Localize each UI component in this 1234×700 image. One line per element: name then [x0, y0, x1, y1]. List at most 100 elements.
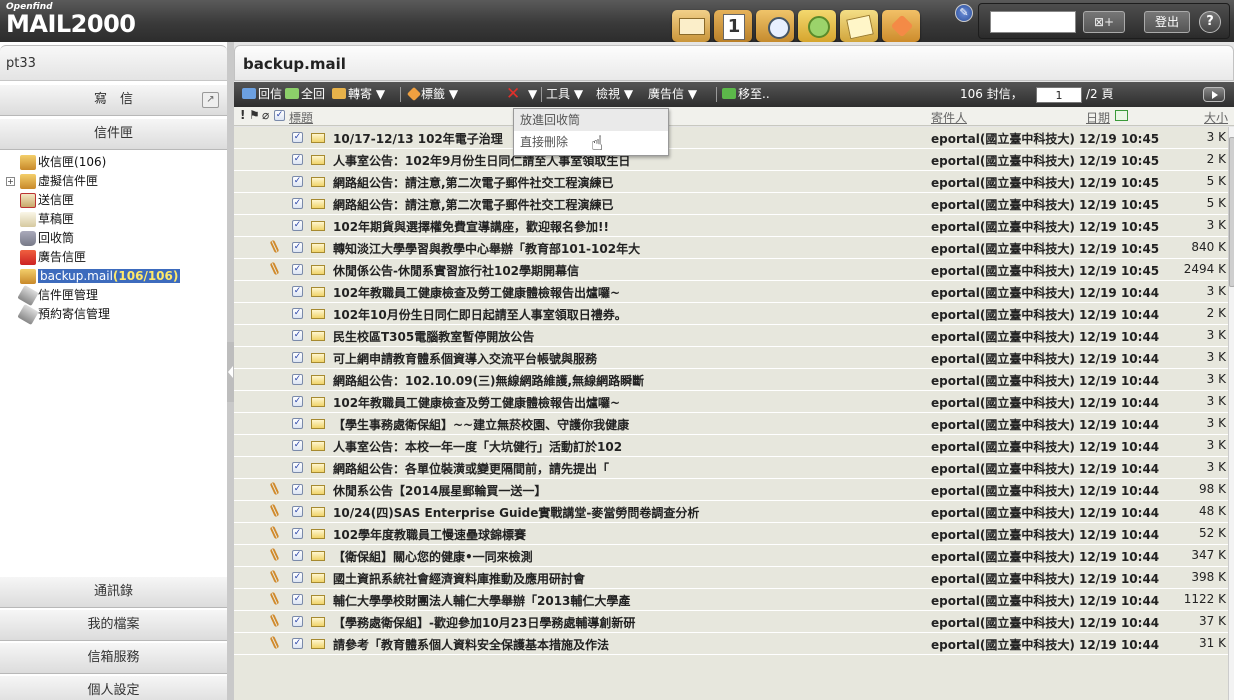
folder-manage[interactable]: 信件匣管理 [0, 285, 227, 306]
search-mail-button[interactable]: ⊠+ [1083, 11, 1125, 33]
row-checkbox[interactable]: ✓ [292, 352, 303, 363]
message-subject[interactable]: 人事室公告：本校一年一度「大坑健行」活動訂於102 [333, 438, 923, 455]
table-row[interactable]: ✓ 休閒系公告【2014展星郵輪買一送一】 eportal(國立臺中科技大) 12/… [234, 479, 1228, 501]
ad-menu[interactable]: 廣告信 ▼ [648, 82, 697, 107]
sender-header[interactable]: 寄件人 [931, 109, 967, 126]
row-checkbox[interactable]: ✓ [292, 154, 303, 165]
message-subject[interactable]: 休閒係公告-休閒系實習旅行社102學期開幕信 [333, 262, 923, 279]
table-row[interactable]: ✓ 網路組公告：請注意,第二次電子郵件社交工程演練已 eportal(國立臺中科技大… [234, 193, 1228, 215]
message-subject[interactable]: 【學生事務處衛保組】~~建立無菸校園、守護你我健康 [333, 416, 923, 433]
reply-all-button[interactable]: 全回 [285, 82, 325, 107]
forward-button[interactable]: 轉寄 ▼ [332, 82, 385, 107]
row-checkbox[interactable]: ✓ [292, 132, 303, 143]
move-to-button[interactable]: 移至.. [722, 82, 770, 107]
row-checkbox[interactable]: ✓ [292, 242, 303, 253]
select-all-checkbox[interactable]: ✓ [274, 110, 285, 121]
table-row[interactable]: ✓ 人事室公告：本校一年一度「大坑健行」活動訂於102 eportal(國立臺中科技… [234, 435, 1228, 457]
popout-icon[interactable]: ↗ [202, 92, 219, 108]
table-row[interactable]: ✓ 【學生事務處衛保組】~~建立無菸校園、守護你我健康 eportal(國立臺中科技… [234, 413, 1228, 435]
personal-settings-button[interactable]: 個人設定 [0, 675, 227, 700]
row-checkbox[interactable]: ✓ [292, 638, 303, 649]
table-row[interactable]: ✓ 102年教職員工健康檢查及勞工健康體檢報告出爐囉~ eportal(國立臺中科技… [234, 281, 1228, 303]
folder-virtual[interactable]: + 虛擬信件匣 [0, 172, 227, 191]
folder-sent[interactable]: 送信匣 [0, 191, 227, 210]
table-row[interactable]: ✓ 網路組公告：請注意,第二次電子郵件社交工程演練已 eportal(國立臺中科技大… [234, 171, 1228, 193]
row-checkbox[interactable]: ✓ [292, 396, 303, 407]
message-subject[interactable]: 102年教職員工健康檢查及勞工健康體檢報告出爐囉~ [333, 284, 923, 301]
row-checkbox[interactable]: ✓ [292, 528, 303, 539]
table-row[interactable]: ✓ 網路組公告：102.10.09(三)無線網路維護,無線網路瞬斷 eportal(… [234, 369, 1228, 391]
calendar-icon[interactable] [1115, 110, 1128, 121]
delete-menu-arrow[interactable]: ▼ [528, 82, 537, 107]
row-checkbox[interactable]: ✓ [292, 594, 303, 605]
message-subject[interactable]: 網路組公告：請注意,第二次電子郵件社交工程演練已 [333, 196, 923, 213]
row-checkbox[interactable]: ✓ [292, 374, 303, 385]
row-checkbox[interactable]: ✓ [292, 330, 303, 341]
row-checkbox[interactable]: ✓ [292, 198, 303, 209]
expand-icon[interactable]: + [6, 177, 15, 186]
message-subject[interactable]: 102年10月份生日同仁即日起請至人事室領取日禮券。 [333, 306, 923, 323]
contacts-button[interactable]: 通訊錄 [0, 576, 227, 608]
help-button[interactable]: ? [1199, 11, 1221, 33]
message-subject[interactable]: 102年期貨與選擇權免費宣導講座，歡迎報名參加!! [333, 218, 923, 235]
table-row[interactable]: ✓ 網路組公告：各單位裝潢或變更隔間前，請先提出「 eportal(國立臺中科技大)… [234, 457, 1228, 479]
message-subject[interactable]: 國土資訊系統社會經濟資料庫推動及應用研討會 [333, 570, 923, 587]
logout-button[interactable]: 登出 [1144, 11, 1190, 33]
row-checkbox[interactable]: ✓ [292, 616, 303, 627]
folder-backup-mail[interactable]: backup.mail(106/106) [0, 267, 227, 286]
folder-trash[interactable]: 回收筒 [0, 229, 227, 248]
mail-icon[interactable] [672, 10, 710, 42]
mailbox-button[interactable]: 信件匣 [0, 118, 227, 150]
notes-icon[interactable] [840, 10, 878, 42]
scroll-thumb[interactable] [1229, 137, 1234, 287]
message-subject[interactable]: 轉知淡江大學學習與教學中心舉辦「教育部101-102年大 [333, 240, 923, 257]
search-input[interactable] [990, 11, 1076, 33]
message-subject[interactable]: 102年教職員工健康檢查及勞工健康體檢報告出爐囉~ [333, 394, 923, 411]
table-row[interactable]: ✓ 102年期貨與選擇權免費宣導講座，歡迎報名參加!! eportal(國立臺中科技… [234, 215, 1228, 237]
folder-scheduled[interactable]: 預約寄信管理 [0, 304, 227, 325]
folder-drafts[interactable]: 草稿匣 [0, 210, 227, 229]
row-checkbox[interactable]: ✓ [292, 286, 303, 297]
tools-menu[interactable]: 工具 ▼ [546, 82, 583, 107]
row-checkbox[interactable]: ✓ [292, 506, 303, 517]
message-subject[interactable]: 網路組公告：各單位裝潢或變更隔間前，請先提出「 [333, 460, 923, 477]
message-subject[interactable]: 10/24(四)SAS Enterprise Guide實戰講堂-麥當勞問卷調查… [333, 504, 923, 521]
calendar-icon[interactable] [714, 10, 752, 42]
table-row[interactable]: ✓ 民生校區T305電腦教室暫停開放公告 eportal(國立臺中科技大) 12/1… [234, 325, 1228, 347]
mailbox-service-button[interactable]: 信箱服務 [0, 642, 227, 674]
table-row[interactable]: ✓ 人事室公告：102年9月份生日同仁請至人事室領取生日 eportal(國立臺中科… [234, 149, 1228, 171]
table-row[interactable]: ✓ 【學務處衛保組】-歡迎參加10月23日學務處輔導創新研 eportal(國立臺中… [234, 611, 1228, 633]
message-subject[interactable]: 可上網申請教育體系個資導入交流平台帳號與服務 [333, 350, 923, 367]
message-subject[interactable]: 輔仁大學學校財團法人輔仁大學舉辦「2013輔仁大學產 [333, 592, 923, 609]
move-to-trash-item[interactable]: 放進回收筒 [514, 109, 668, 131]
wrench-icon[interactable]: ✎ [955, 4, 973, 22]
table-row[interactable]: ✓ 【衛保組】關心您的健康•一同來檢測 eportal(國立臺中科技大) 12/19… [234, 545, 1228, 567]
size-header[interactable]: 大小 [1204, 109, 1228, 126]
table-row[interactable]: ✓ 轉知淡江大學學習與教學中心舉辦「教育部101-102年大 eportal(國立臺… [234, 237, 1228, 259]
row-checkbox[interactable]: ✓ [292, 440, 303, 451]
page-number-input[interactable]: 1 [1036, 87, 1082, 103]
row-checkbox[interactable]: ✓ [292, 572, 303, 583]
table-row[interactable]: ✓ 10/17-12/13 102年電子治理 eportal(國立臺中科技大) 12… [234, 127, 1228, 149]
view-menu[interactable]: 檢視 ▼ [596, 82, 633, 107]
message-subject[interactable]: 網路組公告：102.10.09(三)無線網路維護,無線網路瞬斷 [333, 372, 923, 389]
message-subject[interactable]: 【學務處衛保組】-歡迎參加10月23日學務處輔導創新研 [333, 614, 923, 631]
message-subject[interactable]: 【衛保組】關心您的健康•一同來檢測 [333, 548, 923, 565]
row-checkbox[interactable]: ✓ [292, 264, 303, 275]
table-row[interactable]: ✓ 休閒係公告-休閒系實習旅行社102學期開幕信 eportal(國立臺中科技大) … [234, 259, 1228, 281]
table-row[interactable]: ✓ 輔仁大學學校財團法人輔仁大學舉辦「2013輔仁大學產 eportal(國立臺中科… [234, 589, 1228, 611]
tag-button[interactable]: 標籤 ▼ [406, 82, 458, 107]
row-checkbox[interactable]: ✓ [292, 484, 303, 495]
message-subject[interactable]: 網路組公告：請注意,第二次電子郵件社交工程演練已 [333, 174, 923, 191]
date-header[interactable]: 日期 [1086, 109, 1110, 126]
row-checkbox[interactable]: ✓ [292, 220, 303, 231]
subject-header[interactable]: 標題 [289, 109, 313, 126]
table-row[interactable]: ✓ 可上網申請教育體系個資導入交流平台帳號與服務 eportal(國立臺中科技大) … [234, 347, 1228, 369]
tag-icon[interactable] [882, 10, 920, 42]
table-row[interactable]: ✓ 請參考「教育體系個人資料安全保護基本措施及作法 eportal(國立臺中科技大)… [234, 633, 1228, 655]
row-checkbox[interactable]: ✓ [292, 308, 303, 319]
clock-icon[interactable] [756, 10, 794, 42]
row-checkbox[interactable]: ✓ [292, 550, 303, 561]
row-checkbox[interactable]: ✓ [292, 418, 303, 429]
reply-button[interactable]: 回信 [242, 82, 282, 107]
